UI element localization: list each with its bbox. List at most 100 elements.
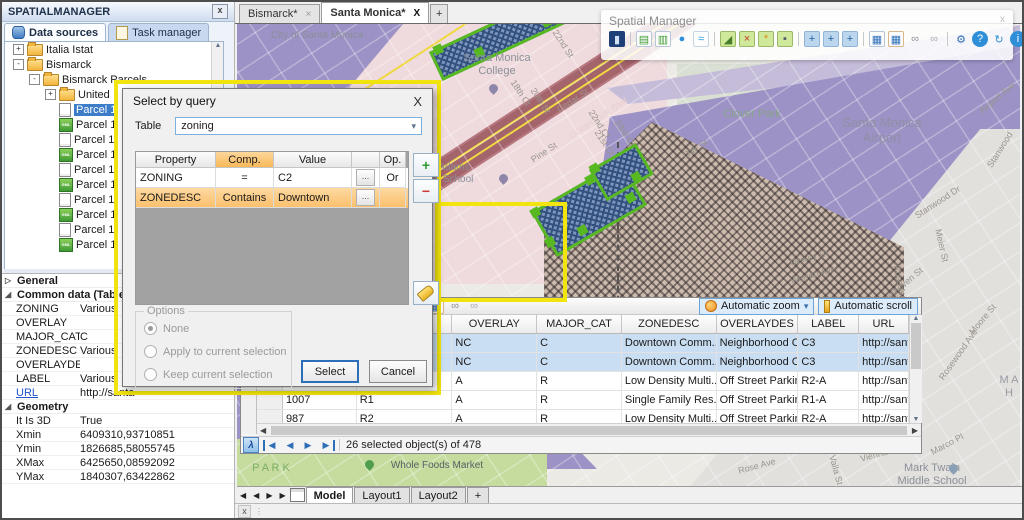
drag-grip-icon[interactable]: ⋮ [255,507,264,516]
table-cell[interactable]: Downtown Comm... [622,334,717,352]
table-cell[interactable]: R [537,410,622,423]
column-header-OVERLAY[interactable]: OVERLAY [452,315,538,333]
table-row[interactable]: 987 R2 A R Low Density Multi... Off Street Pa… [257,410,909,423]
import-file-icon[interactable]: ▤ [636,31,652,47]
browse-values-button[interactable]: ... [356,189,375,206]
layout-tab-layout2[interactable]: Layout2 [410,487,466,503]
tools-icon[interactable]: ⚙ [953,31,969,47]
radio-icon[interactable] [144,345,157,358]
globe-icon[interactable]: ● [674,31,690,47]
option-radio-keep-current-selection[interactable]: Keep current selection [144,368,291,381]
scroll-down-icon[interactable]: ▼ [910,416,922,423]
browse-values-button[interactable]: ... [356,169,375,186]
option-radio-none[interactable]: None [144,322,291,335]
table-cell[interactable]: http://santa [859,372,909,390]
scroll-up-icon[interactable]: ▲ [212,42,223,49]
column-header-LABEL[interactable]: LABEL [798,315,860,333]
table-cell[interactable]: R [537,372,622,390]
map-close-icon[interactable]: × [739,31,755,47]
table-cell[interactable]: NC [452,353,538,371]
tab-close-icon[interactable]: X [414,8,421,19]
collapsed-arrow-icon[interactable]: ▷ [5,276,13,285]
condition-property[interactable]: ZONING [136,168,216,188]
data-table-icon[interactable]: ▦ [869,31,885,47]
map-new-icon[interactable]: ◢ [720,31,736,47]
query-grid-header-Property[interactable]: Property [136,152,216,168]
chevron-down-icon[interactable]: ▾ [411,121,416,132]
collapse-icon[interactable]: - [29,74,40,85]
table-cell[interactable]: R [537,391,622,409]
query-grid-header-Comp.[interactable]: Comp. [216,152,274,168]
expand-icon[interactable]: + [45,89,56,100]
query-condition-row[interactable]: ZONEDESC Contains Downtown... [136,188,408,208]
scroll-right-icon[interactable]: ▶ [909,426,921,435]
clear-conditions-button[interactable] [413,281,439,305]
close-icon[interactable]: x [238,504,251,518]
condition-operator[interactable] [380,188,406,208]
layout-tab-model[interactable]: Model [305,487,354,503]
cancel-button[interactable]: Cancel [369,360,427,383]
table-horizontal-scrollbar[interactable]: ◀ ▶ [257,423,921,437]
next-layout-icon[interactable]: ▶ [263,491,275,500]
query-condition-row[interactable]: ZONING = C2... Or [136,168,408,188]
table-cell[interactable]: A [452,410,538,423]
table-cell[interactable]: NC [452,334,538,352]
scrollbar-thumb[interactable] [271,426,907,435]
drawing-tab-santa-monica-[interactable]: Santa Monica* X [321,2,430,23]
condition-value[interactable]: Downtown [274,188,352,208]
table-cell[interactable]: Neighborhood Co... [717,334,799,352]
link-icon[interactable]: ∞ [907,31,923,47]
remove-condition-button[interactable]: − [413,179,439,203]
table-cell[interactable]: Off Street Parking [717,391,799,409]
automatic-scroll-button[interactable]: Automatic scroll [818,297,918,315]
table-cell[interactable]: A [452,391,538,409]
new-layout-tab[interactable]: + [466,487,490,503]
option-radio-apply-to-current-selection[interactable]: Apply to current selection [144,345,291,358]
zoom-extents-icon[interactable]: + [842,31,858,47]
table-cell[interactable]: http://santa [859,334,909,352]
condition-comparison[interactable]: Contains [216,188,274,208]
table-cell[interactable]: C [537,334,622,352]
expanded-arrow-icon[interactable]: ◢ [5,290,13,299]
query-grid-header-browse[interactable] [352,152,380,168]
condition-operator[interactable]: Or [380,168,406,188]
last-layout-icon[interactable]: ▶ [276,491,288,500]
previous-record-button[interactable]: ◀ [283,440,297,451]
table-cell[interactable]: Low Density Multi... [622,372,717,390]
tree-item[interactable]: + Italia Istat [5,42,223,57]
radio-icon[interactable] [144,322,157,335]
table-cell[interactable]: http://santa [859,353,909,371]
next-record-button[interactable]: ▶ [301,440,315,451]
automatic-zoom-button[interactable]: Automatic zoom ▾ [698,297,815,315]
zoom-previous-icon[interactable]: + [804,31,820,47]
earth-layers-icon[interactable]: ≈ [693,31,709,47]
table-cell[interactable]: C3 [798,334,860,352]
expanded-arrow-icon[interactable]: ◢ [5,402,13,411]
last-record-button[interactable]: ▶ [319,439,335,451]
column-header-OVERLAYDES[interactable]: OVERLAYDES [717,315,799,333]
panel-tab-data-sources[interactable]: Data sources [4,23,107,41]
table-cell[interactable]: http://santa [859,391,909,409]
table-cell[interactable]: C [537,353,622,371]
table-cell[interactable]: R2 [357,410,453,423]
property-row[interactable]: Ymin 1826685,58055745 [2,442,234,456]
table-cell[interactable]: Off Street Parking [717,372,799,390]
table-vertical-scrollbar[interactable]: ▲ ▼ [909,315,922,423]
scrollbar-thumb[interactable] [911,323,921,369]
property-row[interactable]: XMax 6425650,08592092 [2,456,234,470]
table-cell[interactable]: A [452,372,538,390]
column-header-URL[interactable]: URL [859,315,909,333]
tab-close-icon[interactable]: × [306,9,312,20]
layout-tab-layout1[interactable]: Layout1 [354,487,410,503]
table-cell[interactable]: C3 [798,353,860,371]
property-row[interactable]: Xmin 6409310,93710851 [2,428,234,442]
table-cell[interactable]: http://santa [859,410,909,423]
new-drawing-tab[interactable]: + [430,4,449,23]
condition-value[interactable]: C2 [274,168,352,188]
condition-property[interactable]: ZONEDESC [136,188,216,208]
help-icon[interactable]: ? [972,31,988,47]
panel-tab-task-manager[interactable]: Task manager [108,23,210,41]
column-header-ZONEDESC[interactable]: ZONEDESC [622,315,717,333]
panel-toggle-icon[interactable]: ▮ [609,31,625,47]
scroll-left-icon[interactable]: ◀ [257,426,269,435]
